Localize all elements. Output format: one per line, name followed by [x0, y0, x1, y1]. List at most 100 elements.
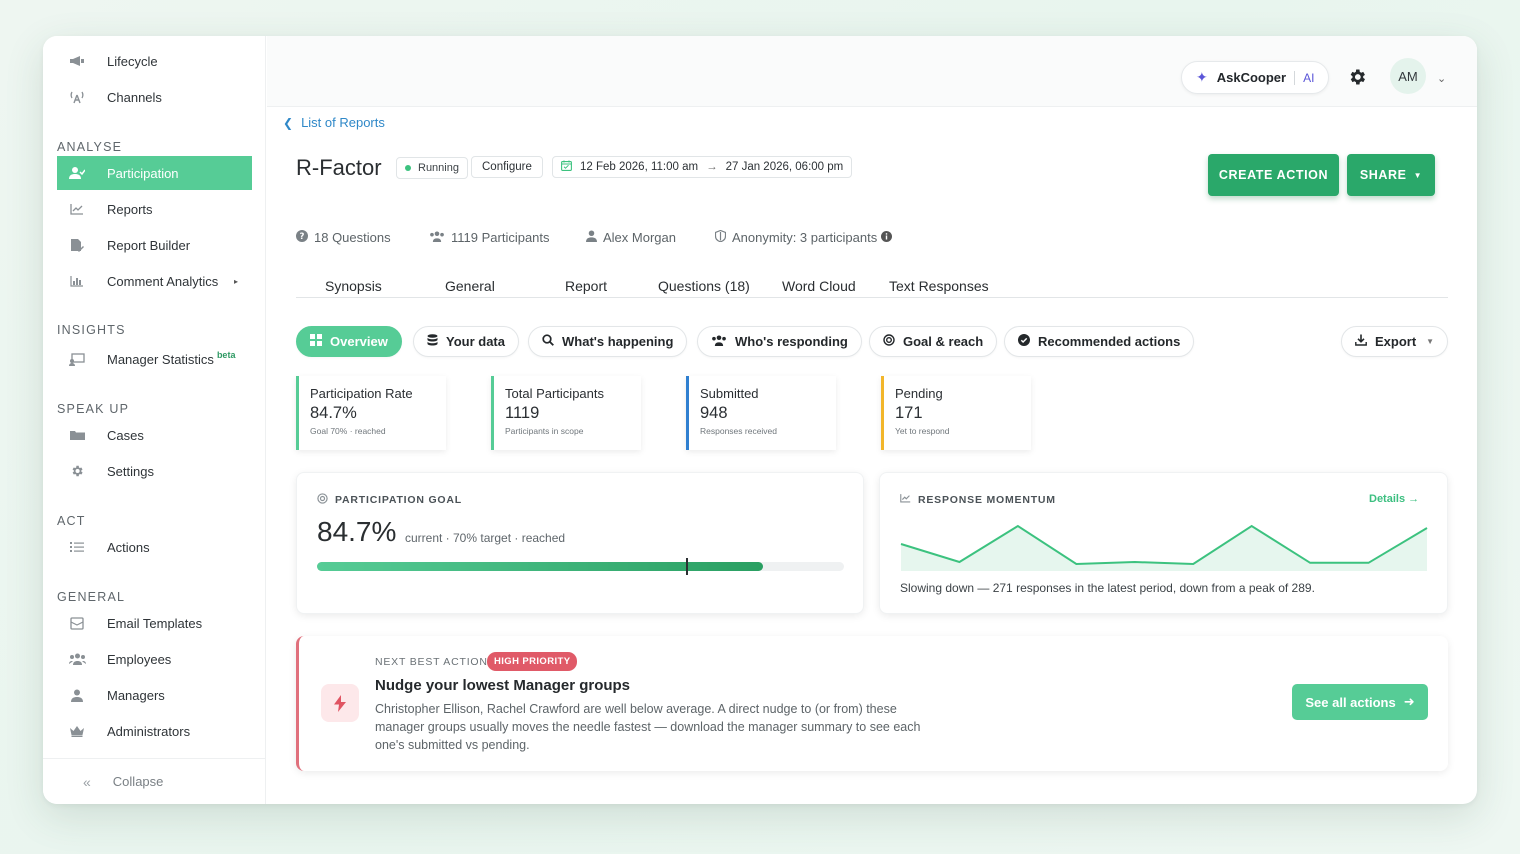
meta-participants: 1119 Participants: [429, 230, 550, 245]
tab-questions[interactable]: Questions (18): [658, 278, 750, 294]
chip-overview[interactable]: Overview: [296, 326, 402, 357]
users-icon: [711, 334, 727, 349]
nba-eyebrow: NEXT BEST ACTION: [375, 656, 488, 668]
sidebar-item-cases[interactable]: Cases: [57, 418, 252, 452]
chip-label: Your data: [446, 334, 505, 349]
target-icon: [883, 334, 895, 349]
sidebar-item-label: Participation: [107, 165, 179, 181]
stat-card-total-participants: Total Participants 1119 Participants in …: [491, 376, 641, 450]
sidebar-item-label: Settings: [107, 463, 154, 479]
report-tabs: Synopsis General Report Questions (18) W…: [296, 276, 1448, 298]
share-button[interactable]: SHARE ▼: [1347, 154, 1435, 196]
meta-anonymity: Anonymity: 3 participants: [714, 229, 893, 245]
tab-synopsis[interactable]: Synopsis: [325, 278, 382, 294]
participants-count: 1119 Participants: [451, 230, 550, 245]
divider: [1294, 70, 1296, 85]
share-label: SHARE: [1359, 168, 1407, 182]
chevron-left-icon: ❮: [283, 115, 294, 130]
info-icon[interactable]: [881, 230, 893, 245]
sidebar-item-label: Managers: [107, 687, 165, 703]
sidebar-item-label: Cases: [107, 427, 144, 443]
sidebar-item-email-templates[interactable]: Email Templates: [57, 606, 252, 640]
questions-count: 18 Questions: [314, 230, 391, 245]
create-action-button[interactable]: CREATE ACTION: [1208, 154, 1339, 196]
stat-value: 1119: [505, 404, 540, 422]
date-start: 12 Feb 2026, 11:00 am: [580, 161, 699, 173]
card-title-text: PARTICIPATION GOAL: [335, 494, 462, 506]
bar-chart-icon: [67, 275, 87, 287]
momentum-sparkline: [900, 524, 1428, 571]
chevron-down-icon[interactable]: ⌄: [1437, 72, 1446, 85]
user-icon: [67, 689, 87, 702]
section-heading-act: ACT: [57, 514, 86, 528]
goal-progress-bar: [317, 558, 844, 575]
section-heading-speak-up: SPEAK UP: [57, 402, 130, 416]
sidebar-item-label: Administrators: [107, 723, 191, 739]
askcooper-button[interactable]: ✦ AskCooper AI: [1181, 61, 1329, 94]
caret-down-icon: ▼: [1413, 170, 1423, 180]
tab-general[interactable]: General: [445, 278, 495, 294]
sidebar-item-reports[interactable]: Reports: [57, 192, 252, 226]
target-icon: [317, 493, 328, 507]
details-link[interactable]: Details →: [1369, 493, 1419, 505]
download-icon: [1355, 334, 1367, 349]
collapse-sidebar-button[interactable]: « Collapse: [43, 758, 266, 804]
see-all-actions-button[interactable]: See all actions ➜: [1292, 684, 1428, 720]
date-range[interactable]: 12 Feb 2026, 11:00 am → 27 Jan 2026, 06:…: [552, 156, 853, 178]
sidebar-item-participation[interactable]: Participation: [57, 156, 252, 190]
stat-sub: Participants in scope: [505, 426, 584, 436]
meta-questions: ? 18 Questions: [296, 230, 391, 245]
stat-label: Pending: [895, 386, 943, 401]
status-dot-icon: [405, 165, 411, 171]
export-button[interactable]: Export ▼: [1341, 326, 1449, 357]
tab-text-responses[interactable]: Text Responses: [889, 278, 989, 294]
chip-label: Goal & reach: [903, 334, 984, 349]
sidebar-item-report-builder[interactable]: Report Builder: [57, 228, 252, 262]
stat-sub: Yet to respond: [895, 426, 950, 436]
lightning-icon: [321, 684, 359, 722]
configure-button[interactable]: Configure: [471, 156, 543, 178]
goal-target-marker: [685, 558, 688, 575]
avatar[interactable]: AM: [1390, 58, 1426, 94]
broadcast-icon: [67, 90, 87, 104]
tab-report[interactable]: Report: [565, 278, 607, 294]
beta-badge: beta: [216, 350, 236, 360]
chip-label: Recommended actions: [1038, 334, 1181, 349]
chip-whats-happening[interactable]: What's happening: [528, 326, 688, 357]
question-circle-icon: ?: [296, 230, 308, 245]
breadcrumb-link[interactable]: List of Reports: [301, 115, 385, 130]
sidebar-item-channels[interactable]: Channels: [57, 80, 252, 114]
chip-your-data[interactable]: Your data: [413, 326, 519, 357]
settings-gear-icon[interactable]: [1347, 67, 1369, 89]
sidebar-item-managers[interactable]: Managers: [57, 678, 252, 712]
sidebar-item-lifecycle[interactable]: Lifecycle: [57, 44, 252, 78]
megaphone-icon: [67, 55, 87, 67]
status-badge: Running: [396, 157, 468, 179]
app-window: Lifecycle Channels ANALYSE Participation…: [43, 36, 1477, 804]
chip-goal-reach[interactable]: Goal & reach: [869, 326, 998, 357]
sidebar-item-settings[interactable]: Settings: [57, 454, 252, 488]
sidebar-item-employees[interactable]: Employees: [57, 642, 252, 676]
chip-label: Who's responding: [735, 334, 848, 349]
sidebar-item-label: Email Templates: [107, 615, 203, 631]
response-momentum-card: RESPONSE MOMENTUM Details → Slowing down…: [879, 472, 1448, 614]
tab-word-cloud[interactable]: Word Cloud: [782, 278, 856, 294]
sidebar-item-manager-statistics[interactable]: Manager Statistics beta: [57, 342, 252, 376]
sidebar: Lifecycle Channels ANALYSE Participation…: [43, 36, 266, 804]
sidebar-item-administrators[interactable]: Administrators: [57, 714, 252, 748]
chip-label: Overview: [330, 334, 388, 349]
sidebar-item-label: Lifecycle: [107, 53, 158, 69]
user-check-icon: [67, 166, 87, 180]
sidebar-item-comment-analytics[interactable]: Comment Analytics ▸: [57, 264, 252, 298]
breadcrumb[interactable]: ❮ List of Reports: [283, 115, 385, 130]
sidebar-item-actions[interactable]: Actions: [57, 530, 252, 564]
arrow-right-icon: →: [706, 161, 718, 173]
nba-title: Nudge your lowest Manager groups: [375, 677, 631, 694]
chip-recommended-actions[interactable]: Recommended actions: [1004, 326, 1195, 357]
card-title: RESPONSE MOMENTUM: [900, 493, 1056, 506]
caret-right-icon: ▸: [233, 276, 238, 286]
chip-whos-responding[interactable]: Who's responding: [697, 326, 862, 357]
search-icon: [542, 334, 554, 349]
anonymity-text: Anonymity: 3 participants: [732, 230, 878, 245]
sidebar-item-label: Comment Analytics: [107, 273, 219, 289]
